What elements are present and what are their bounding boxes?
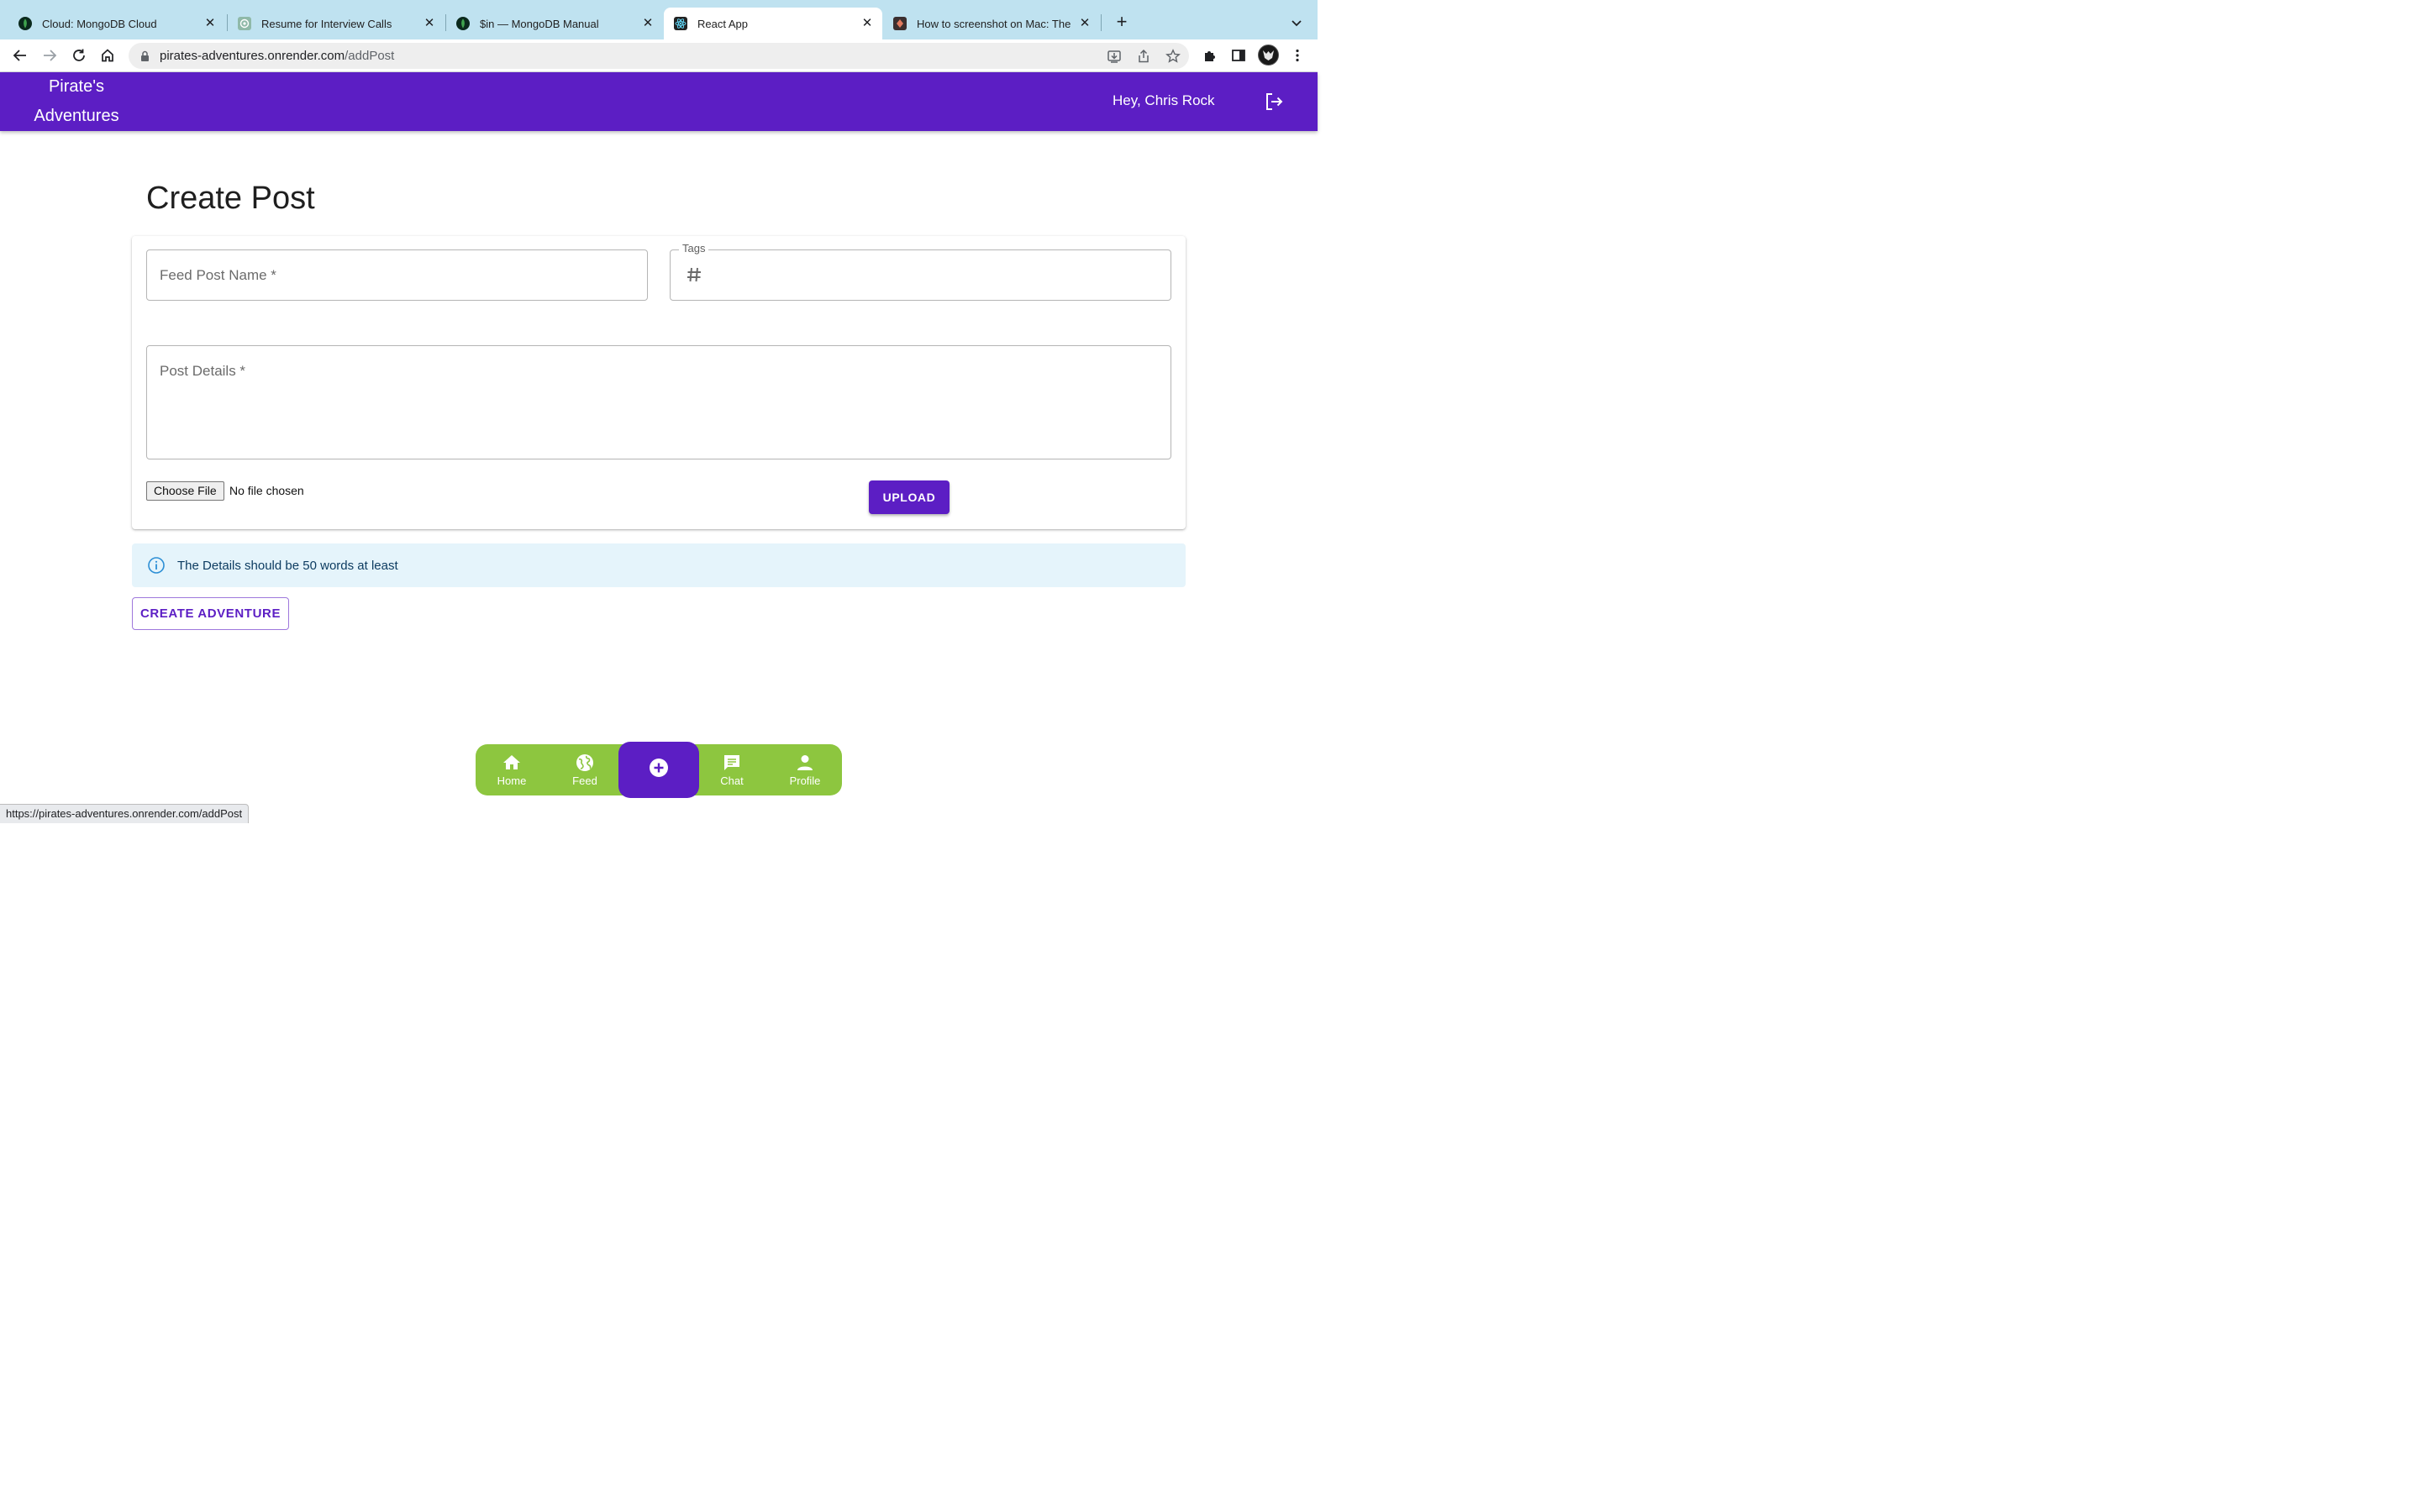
home-icon [502,753,522,773]
link-status-bar: https://pirates-adventures.onrender.com/… [0,804,250,823]
app-header: Pirate's Adventures Hey, Chris Rock [0,72,1318,131]
file-status-text: No file chosen [229,484,304,497]
nav-label-profile: Profile [789,774,821,787]
brand-logo-text[interactable]: Pirate's Adventures [18,72,134,131]
bookmark-star-icon[interactable] [1165,49,1181,64]
tab-search-chevron-icon[interactable] [1289,15,1304,30]
brand-line-2: Adventures [34,107,119,125]
url-path: /addPost [345,49,395,63]
browser-tab-screenshot-mac[interactable]: How to screenshot on Mac: The ✕ [883,8,1100,39]
create-post-form-card: Feed Post Name * Tags Post Details * Cho… [132,236,1186,529]
user-greeting: Hey, Chris Rock [1113,92,1215,108]
tab-close-icon[interactable]: ✕ [203,17,217,30]
bottom-navigation: Home Feed Chat Profile [476,742,842,798]
brand-line-1: Pirate's [48,77,105,96]
browser-tab-strip: Cloud: MongoDB Cloud ✕ Resume for Interv… [0,0,1318,39]
tags-input[interactable]: Tags [670,242,1171,301]
forward-arrow-icon[interactable] [40,46,59,65]
new-tab-icon[interactable]: + [1113,13,1130,31]
url-text: pirates-adventures.onrender.com/addPost [160,49,394,63]
post-details-placeholder: Post Details * [160,363,246,379]
page-title: Create Post [146,181,315,216]
nav-item-profile[interactable]: Profile [775,744,835,795]
tab-title: React App [697,17,748,30]
lock-icon [140,50,150,62]
globe-icon [575,753,595,773]
mongodb-leaf-icon [456,17,470,30]
tab-title: Cloud: MongoDB Cloud [42,17,157,30]
nav-item-feed[interactable]: Feed [555,744,615,795]
info-alert: The Details should be 50 words at least [132,543,1186,587]
browser-toolbar: pirates-adventures.onrender.com/addPost [0,39,1318,72]
url-host: pirates-adventures.onrender.com [160,49,345,63]
info-icon [147,556,166,575]
install-app-icon[interactable] [1107,49,1122,64]
create-adventure-button[interactable]: CREATE ADVENTURE [132,597,289,630]
side-panel-icon[interactable] [1230,47,1247,64]
choose-file-button[interactable]: Choose File [146,481,224,501]
mongodb-leaf-icon [18,17,32,30]
back-arrow-icon[interactable] [11,46,29,65]
nav-item-chat[interactable]: Chat [702,744,762,795]
browser-tab-resume[interactable]: Resume for Interview Calls ✕ [228,8,445,39]
person-icon [795,753,815,773]
upload-button[interactable]: UPLOAD [869,480,950,514]
site-icon [893,17,907,30]
nav-item-add-post[interactable] [618,742,699,798]
add-circle-icon [648,757,670,783]
feed-post-name-input[interactable]: Feed Post Name * [146,249,648,301]
tab-separator [1101,14,1102,31]
profile-avatar[interactable] [1258,45,1279,66]
tab-close-icon[interactable]: ✕ [1078,17,1092,30]
chat-icon [722,753,742,773]
extensions-puzzle-icon[interactable] [1202,47,1218,64]
tab-close-icon[interactable]: ✕ [641,17,655,30]
home-browser-icon[interactable] [98,46,117,65]
browser-tab-mongodb-manual[interactable]: $in — MongoDB Manual ✕ [446,8,663,39]
feed-post-name-placeholder: Feed Post Name * [160,267,276,283]
tab-title: Resume for Interview Calls [261,17,392,30]
browser-menu-icon[interactable] [1289,47,1306,64]
logout-icon[interactable] [1263,91,1285,113]
share-icon[interactable] [1136,49,1151,64]
nav-label-home: Home [497,774,527,787]
tab-close-icon[interactable]: ✕ [860,17,874,30]
tab-title: How to screenshot on Mac: The [917,17,1071,30]
tab-close-icon[interactable]: ✕ [423,17,436,30]
reload-icon[interactable] [70,46,88,65]
tags-label: Tags [679,242,709,255]
nav-label-feed: Feed [572,774,597,787]
hashtag-icon [686,266,702,283]
alert-text: The Details should be 50 words at least [177,558,398,573]
nav-item-home[interactable]: Home [481,744,542,795]
browser-tab-react-app[interactable]: React App ✕ [664,8,882,39]
nav-label-chat: Chat [720,774,744,787]
address-bar[interactable]: pirates-adventures.onrender.com/addPost [129,43,1189,69]
openai-icon [238,17,251,30]
post-details-textarea[interactable]: Post Details * [146,345,1171,459]
tab-title: $in — MongoDB Manual [480,17,599,30]
react-icon [674,17,687,30]
browser-tab-mongodb-cloud[interactable]: Cloud: MongoDB Cloud ✕ [8,8,225,39]
